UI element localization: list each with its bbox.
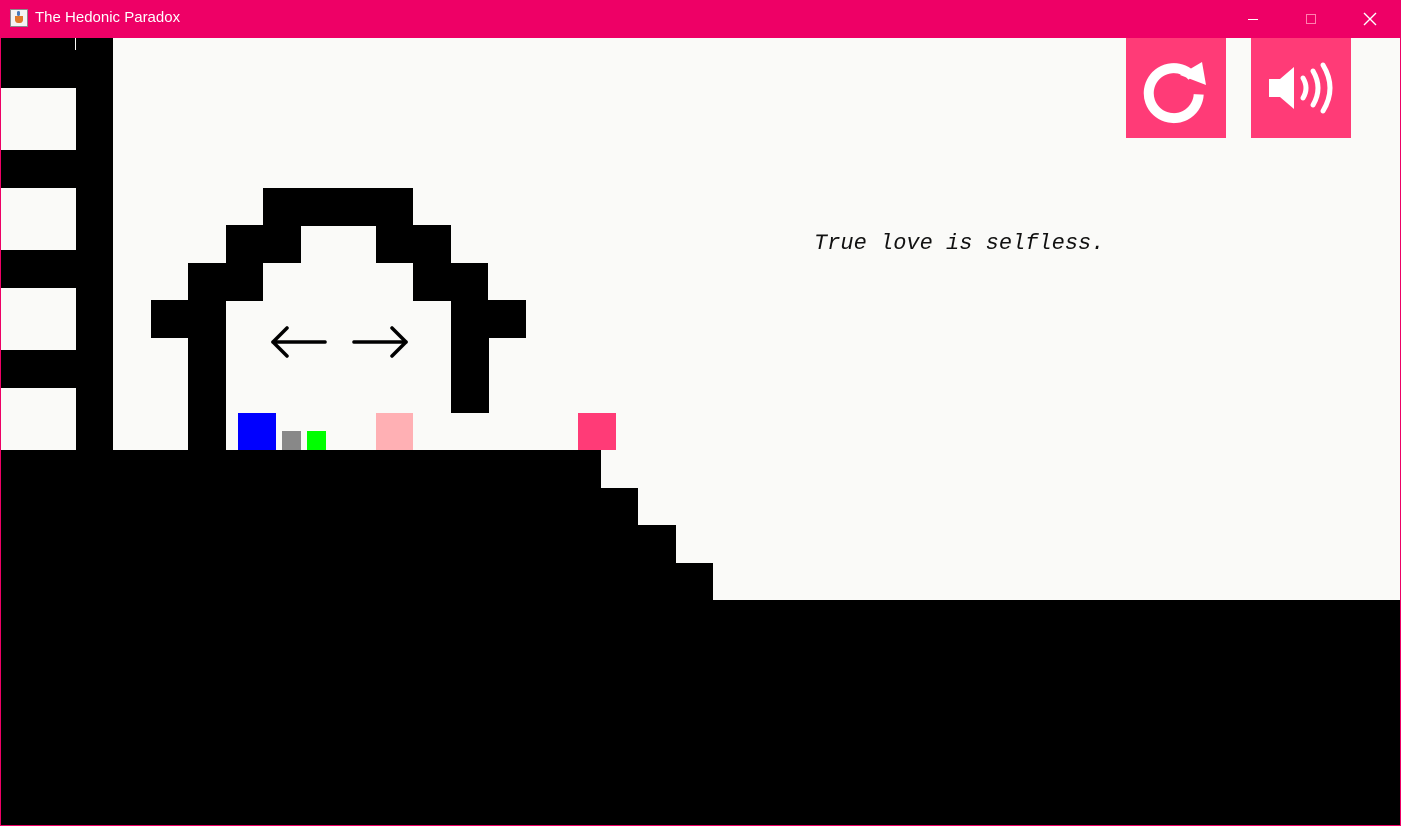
ground-platform [1,450,601,825]
light-pink-square [376,413,413,450]
game-canvas[interactable]: True love is selfless. [1,38,1400,825]
ladder-top [1,38,75,50]
arch-pillar-left [188,300,226,450]
goal-pink-square [578,413,616,450]
arrow-left-icon [271,326,327,358]
ladder-rung [1,150,113,188]
restart-icon [1143,62,1206,124]
level-message: True love is selfless. [814,231,1105,256]
ground-lower [713,600,1400,825]
arch-step-left [188,263,263,301]
ground-stair-step [676,563,713,825]
ladder-rung [1,350,113,388]
maximize-button[interactable] [1282,0,1340,38]
close-icon [1363,12,1377,26]
arrow-right-icon [352,326,408,358]
java-cup-icon [10,9,28,27]
maximize-icon [1306,14,1316,24]
restart-button[interactable] [1126,38,1226,138]
minimize-icon [1248,19,1258,20]
arch-pillar-right [451,300,489,413]
arch-step-left [226,225,301,263]
ground-stair-step [601,488,638,825]
game-window: The Hedonic Paradox True love is selfles… [0,0,1401,826]
ground-stair-step [638,525,676,825]
ladder-rail [76,38,113,450]
window-title: The Hedonic Paradox [35,9,181,26]
gray-small-square [282,431,301,450]
close-button[interactable] [1341,0,1399,38]
arch-step-right [413,263,488,301]
sound-button[interactable] [1251,38,1351,138]
green-small-square [307,431,326,450]
player-blue-square [238,413,276,450]
ladder-rung [1,250,113,288]
speaker-volume-icon [1269,62,1333,114]
arch-step-right [376,225,451,263]
arch-top [263,188,413,226]
minimize-button[interactable] [1224,0,1282,38]
title-bar[interactable]: The Hedonic Paradox [0,0,1401,38]
